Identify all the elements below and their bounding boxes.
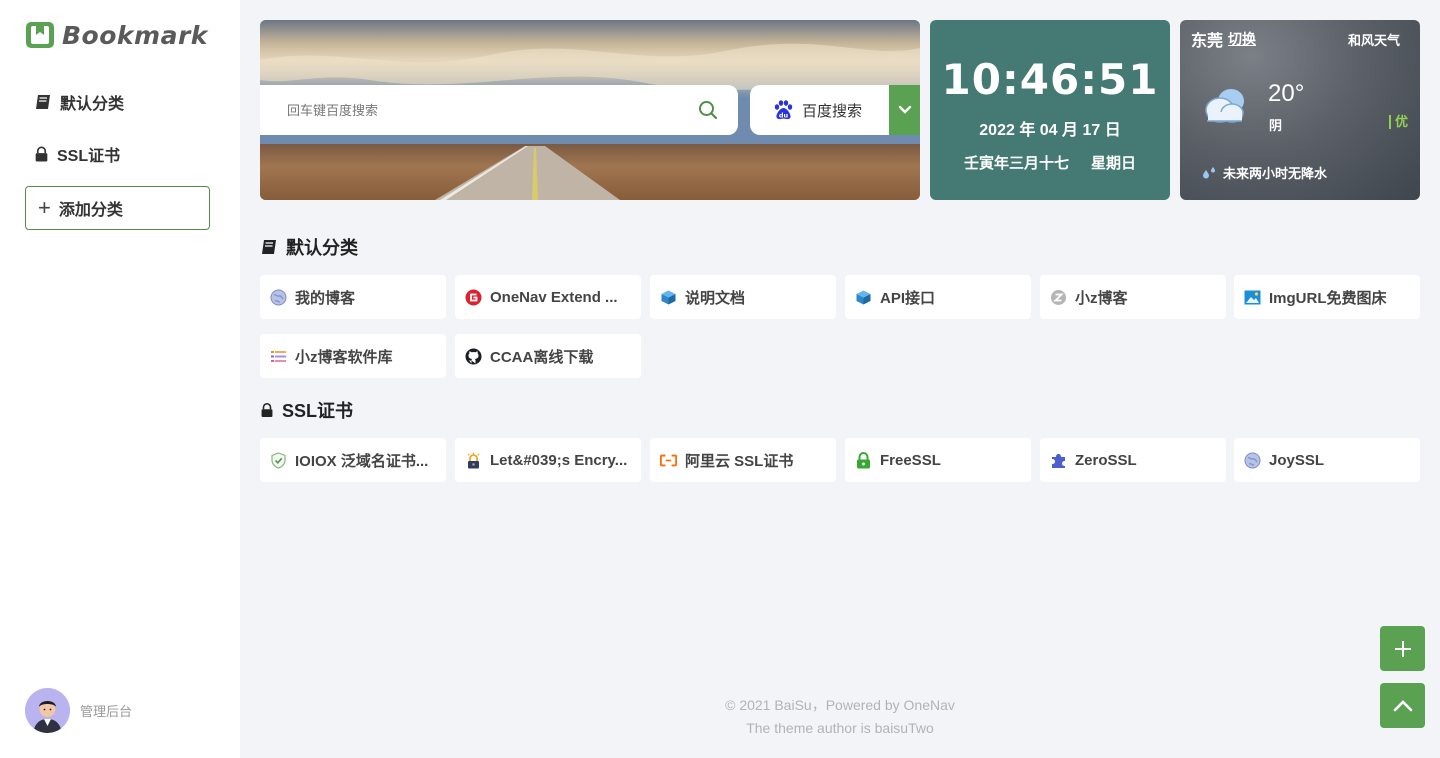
add-link-button[interactable] (1380, 626, 1425, 671)
admin-link[interactable]: 管理后台 (25, 688, 132, 733)
air-quality-badge: 优 (1388, 114, 1408, 130)
link-card[interactable]: 说明文档 (650, 275, 836, 319)
link-label: OneNav Extend ... (490, 288, 618, 306)
image-icon (1244, 289, 1261, 306)
link-label: JoySSL (1269, 451, 1325, 469)
clock-widget: 10:46:51 2022 年 04 月 17 日 壬寅年三月十七 星期日 (930, 20, 1170, 200)
link-card[interactable]: 小z博客 (1040, 275, 1226, 319)
search-box (260, 85, 738, 135)
search-engine-label: 百度搜索 (802, 102, 863, 120)
footer: © 2021 BaiSu，Powered by OneNav The theme… (240, 694, 1440, 740)
github-icon (465, 348, 482, 365)
avatar (25, 688, 70, 733)
section-title-text: 默认分类 (286, 238, 358, 258)
letsencrypt-icon (465, 452, 482, 469)
baidu-icon: du (774, 100, 793, 120)
link-card[interactable]: FreeSSL (845, 438, 1031, 482)
search-engine-dropdown[interactable] (889, 85, 920, 135)
lunar-date: 壬寅年三月十七 (963, 155, 1069, 172)
cube-icon (660, 289, 677, 306)
link-card[interactable]: OneNav Extend ... (455, 275, 641, 319)
link-label: 我的博客 (295, 289, 356, 307)
chevron-up-icon (1393, 699, 1412, 711)
link-label: ZeroSSL (1075, 451, 1137, 469)
link-card[interactable]: 小z博客软件库 (260, 334, 446, 378)
shield-icon (270, 451, 287, 469)
book-icon (262, 240, 276, 254)
weather-widget: 东莞 切换 和风天气 20° 阴 优 未来两小时无降水 (1180, 20, 1420, 200)
link-card[interactable]: API接口 (845, 275, 1031, 319)
lock-icon (261, 403, 273, 417)
plus-icon: + (38, 195, 51, 220)
link-label: API接口 (880, 289, 936, 307)
link-card[interactable]: ImgURL免费图床 (1234, 275, 1420, 319)
globe-icon (270, 289, 287, 306)
forecast-text: 未来两小时无降水 (1223, 166, 1328, 181)
weather-city: 东莞 (1191, 33, 1224, 50)
sidebar-item-default[interactable]: 默认分类 (34, 90, 124, 114)
puzzle-icon (1050, 452, 1067, 469)
weather-forecast: 未来两小时无降水 (1202, 163, 1327, 182)
link-label: IOIOX 泛域名证书... (295, 452, 429, 470)
link-label: 小z博客软件库 (295, 348, 393, 366)
search-icon[interactable] (698, 100, 718, 120)
link-card[interactable]: IOIOX 泛域名证书... (260, 438, 446, 482)
sidebar: Bookmark 默认分类 SSL证书 + 添加分类 管理后台 (0, 0, 240, 758)
book-icon (36, 95, 50, 109)
chevron-down-icon (898, 105, 911, 114)
sidebar-item-label: 默认分类 (60, 96, 125, 113)
link-label: 说明文档 (685, 289, 746, 307)
globe-icon (1244, 452, 1261, 469)
footer-theme-author: The theme author is baisuTwo (746, 720, 934, 736)
bookmark-logo-icon (26, 22, 54, 48)
clock-lunar-row: 壬寅年三月十七 星期日 (930, 152, 1170, 173)
section-title-ssl: SSL证书 (260, 397, 353, 423)
hero-banner: du 百度搜索 (260, 20, 920, 200)
link-label: ImgURL免费图床 (1269, 289, 1387, 307)
lock-icon (35, 146, 48, 162)
plus-icon (1394, 640, 1411, 657)
link-card[interactable]: 阿里云 SSL证书 (650, 438, 836, 482)
avatar-illustration (25, 688, 70, 733)
admin-label: 管理后台 (80, 704, 133, 719)
sidebar-item-ssl[interactable]: SSL证书 (34, 142, 120, 166)
weekday: 星期日 (1091, 155, 1137, 172)
link-card[interactable]: Let&#039;s Encry... (455, 438, 641, 482)
raindrop-icon (1203, 167, 1215, 179)
section-title-text: SSL证书 (282, 401, 354, 421)
add-category-button[interactable]: + 添加分类 (25, 186, 210, 230)
link-label: 阿里云 SSL证书 (685, 452, 794, 470)
clock-time: 10:46:51 (941, 55, 1159, 104)
link-card[interactable]: 我的博客 (260, 275, 446, 319)
link-label: FreeSSL (880, 451, 941, 469)
search-engine-select[interactable]: du 百度搜索 (750, 85, 920, 135)
logo[interactable]: Bookmark (24, 19, 208, 51)
link-label: 小z博客 (1075, 289, 1128, 307)
link-label: Let&#039;s Encry... (490, 451, 628, 469)
weather-temperature: 20° (1268, 80, 1305, 107)
cube-icon (855, 289, 872, 306)
link-card[interactable]: CCAA离线下载 (455, 334, 641, 378)
link-card[interactable]: ZeroSSL (1040, 438, 1226, 482)
sidebar-item-label: SSL证书 (57, 148, 121, 165)
aliyun-icon (660, 452, 677, 469)
link-label: CCAA离线下载 (490, 348, 594, 366)
back-to-top-button[interactable] (1380, 683, 1425, 728)
cloudy-icon (1205, 89, 1244, 123)
add-category-label: 添加分类 (58, 202, 123, 219)
section-title-default: 默认分类 (260, 234, 358, 260)
svg-text:du: du (779, 112, 789, 120)
weather-condition: 阴 (1269, 118, 1283, 133)
weather-provider[interactable]: 和风天气 (1348, 30, 1400, 49)
footer-copyright: © 2021 BaiSu，Powered by OneNav (725, 697, 955, 713)
logo-text: Bookmark (62, 20, 208, 50)
clock-date: 2022 年 04 月 17 日 (979, 122, 1121, 139)
lock-green-icon (855, 451, 872, 469)
z-icon (1050, 289, 1067, 306)
onenav-icon (465, 289, 482, 306)
link-card[interactable]: JoySSL (1234, 438, 1420, 482)
weather-switch-city[interactable]: 切换 (1228, 29, 1256, 49)
search-input[interactable] (287, 102, 687, 118)
list-icon (270, 348, 287, 365)
